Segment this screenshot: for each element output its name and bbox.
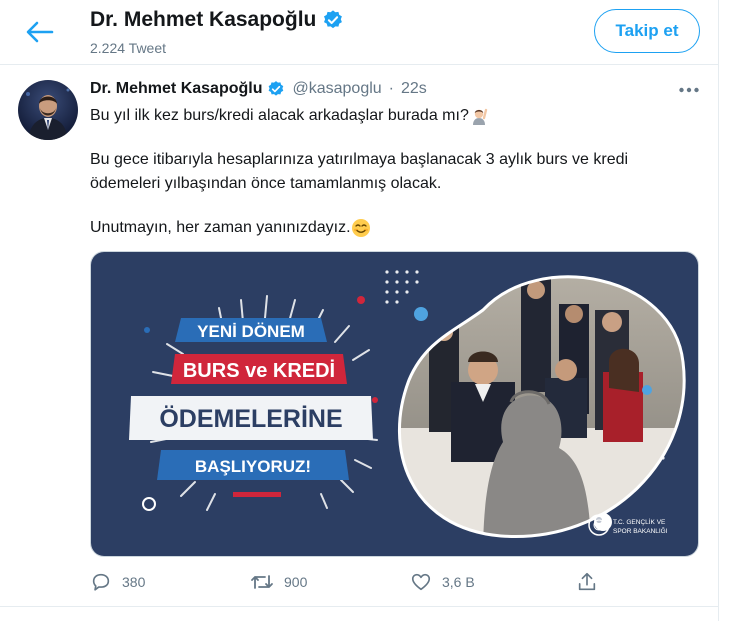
banner-line-4: BAŞLIYORUZ! — [195, 457, 311, 476]
tweet-count: 2.224 Tweet — [90, 40, 167, 56]
banner-line-1: YENİ DÖNEM — [197, 322, 305, 341]
verified-badge-icon — [324, 10, 343, 29]
reply-button[interactable]: 380 — [90, 570, 145, 594]
tweet-time[interactable]: 22s — [401, 80, 427, 98]
author-handle[interactable]: @kasapoglu — [292, 80, 381, 98]
reply-count: 380 — [122, 574, 146, 590]
avatar-photo — [18, 80, 78, 140]
like-count: 3,6 B — [442, 574, 475, 590]
retweet-count: 900 — [284, 574, 308, 590]
share-button[interactable] — [576, 570, 598, 594]
reply-icon — [92, 573, 110, 591]
smiling-emoji — [351, 218, 370, 237]
tweet-line-2: Bu gece itibarıyla hesaplarınıza yatırıl… — [90, 151, 629, 168]
logo-line-1: T.C. GENÇLİK VE — [613, 517, 666, 526]
header-name: Dr. Mehmet Kasapoğlu — [90, 8, 317, 31]
tweet-header: Dr. Mehmet Kasapoğlu @kasapoglu · 22s — [90, 80, 427, 98]
retweet-icon — [251, 575, 273, 589]
like-icon — [411, 573, 431, 591]
tweet-line-4: Unutmayın, her zaman yanınızdayız. — [90, 219, 351, 236]
profile-header: Dr. Mehmet Kasapoğlu 2.224 Tweet Takip e… — [0, 0, 718, 65]
tweet-actions: 380 900 3,6 B — [90, 570, 610, 594]
column-divider — [718, 0, 719, 621]
back-arrow-icon[interactable] — [22, 18, 56, 46]
tweet-line-3: ödemeleri yılbaşından önce tamamlanmış o… — [90, 175, 442, 192]
follow-button[interactable]: Takip et — [594, 9, 700, 53]
tweet-line-1: Bu yıl ilk kez burs/kredi alacak arkadaş… — [90, 107, 469, 124]
tweet-media-image[interactable]: YENİ DÖNEM BURS ve KREDİ ÖDEMELERİNE BAŞ… — [90, 251, 699, 557]
like-button[interactable]: 3,6 B — [410, 570, 475, 594]
logo-line-2: SPOR BAKANLIĞI — [613, 526, 668, 535]
share-icon — [578, 572, 596, 591]
verified-badge-icon — [269, 81, 284, 96]
banner-line-3: ÖDEMELERİNE — [159, 404, 342, 433]
author-name[interactable]: Dr. Mehmet Kasapoğlu — [90, 80, 262, 98]
header-name-row: Dr. Mehmet Kasapoğlu — [90, 8, 344, 32]
retweet-button[interactable]: 900 — [250, 570, 307, 594]
announcement-graphic: YENİ DÖNEM BURS ve KREDİ ÖDEMELERİNE BAŞ… — [91, 252, 698, 556]
separator-dot: · — [388, 80, 394, 97]
avatar[interactable] — [18, 80, 78, 140]
more-icon[interactable] — [678, 84, 700, 96]
tweet-text: Bu yıl ilk kez burs/kredi alacak arkadaş… — [90, 104, 690, 240]
tweet-divider — [0, 606, 718, 607]
banner-line-2: BURS ve KREDİ — [183, 359, 335, 382]
raising-hand-emoji — [472, 108, 488, 125]
